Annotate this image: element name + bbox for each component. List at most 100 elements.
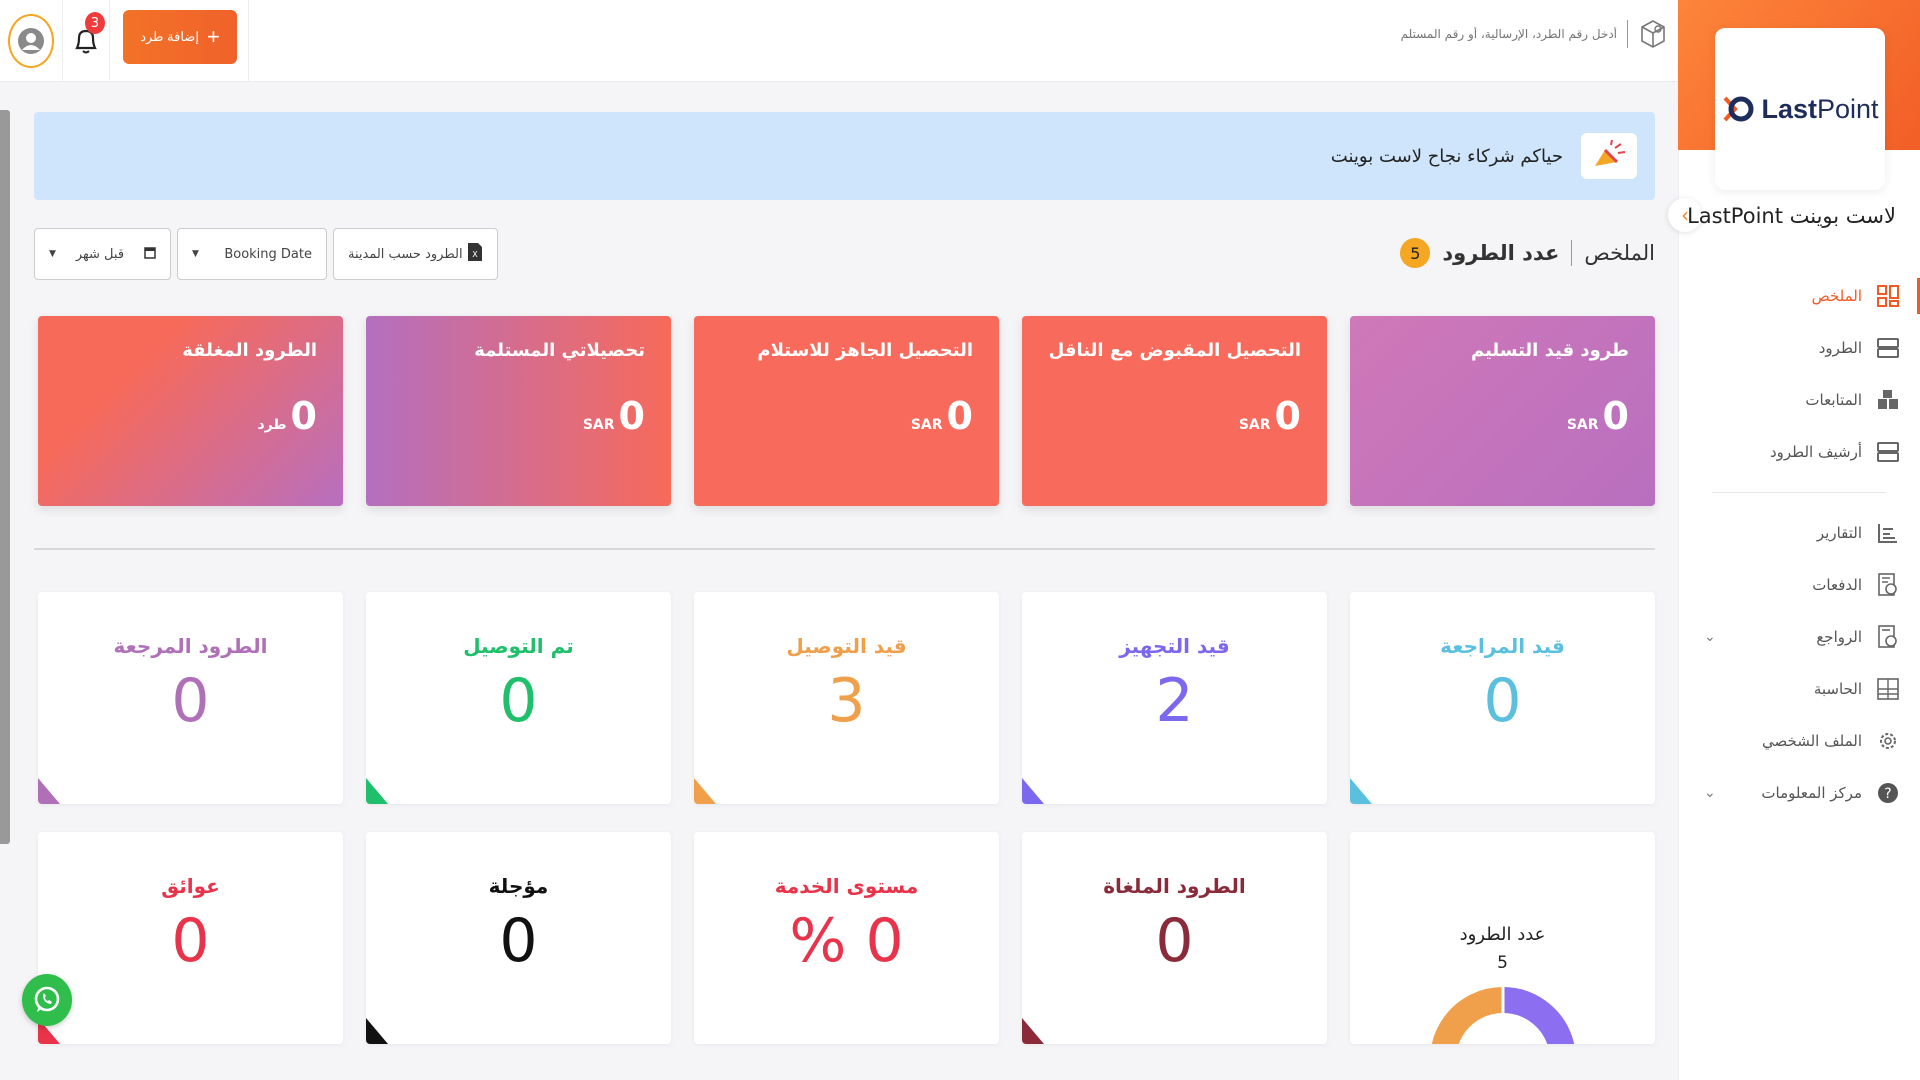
sidebar-item-profile[interactable]: الملف الشخصي	[1678, 715, 1920, 767]
status-cards: قيد المراجعة 0 قيد التجهيز 2 قيد التوصيل…	[34, 592, 1655, 1044]
corner-accent	[1022, 1018, 1044, 1044]
sidebar-item-label: الطرود	[1818, 339, 1862, 357]
donut-chart	[1431, 987, 1575, 1044]
parcel-search-icon	[1641, 20, 1665, 48]
card-value: 0 طرد	[257, 394, 317, 438]
chevron-down-icon[interactable]: ⌄	[1704, 785, 1716, 801]
card-title: تحصيلاتي المستلمة	[474, 340, 645, 361]
card-closed-parcels[interactable]: الطرود المغلقة 0 طرد	[38, 316, 343, 506]
parcel-count-badge: 5	[1400, 238, 1431, 268]
stat-title: الطرود المرجعة	[113, 634, 268, 658]
date-range-select[interactable]: ▼ قبل شهر	[34, 228, 171, 280]
stat-delivered[interactable]: تم التوصيل 0	[366, 592, 671, 804]
stat-in-preparation[interactable]: قيد التجهيز 2	[1022, 592, 1327, 804]
stat-title: عوائق	[161, 874, 220, 898]
summary-title: الملخص عدد الطرود 5	[1400, 238, 1655, 268]
stat-returned[interactable]: الطرود المرجعة 0	[38, 592, 343, 804]
calculator-icon	[1876, 677, 1900, 701]
summary-row: الملخص عدد الطرود 5 ▼ قبل شهر ▼ Booking …	[34, 224, 1655, 284]
sidebar-item-parcels[interactable]: الطرود	[1678, 322, 1920, 374]
sidebar-item-label: التقارير	[1816, 524, 1862, 542]
date-range-value: قبل شهر	[75, 246, 125, 262]
stat-service-level[interactable]: مستوى الخدمة 0 %	[694, 832, 999, 1044]
parcels-by-city-button[interactable]: X الطرود حسب المدينة	[333, 228, 498, 280]
sidebar-item-calculator[interactable]: الحاسبة	[1678, 663, 1920, 715]
caret-down-icon: ▼	[192, 249, 199, 259]
search-input[interactable]	[1397, 27, 1617, 41]
svg-text:X: X	[472, 250, 478, 259]
welcome-banner: حياكم شركاء نجاح لاست بوينت	[34, 112, 1655, 200]
donut-segment-0[interactable]	[1502, 987, 1575, 1044]
add-parcel-button[interactable]: + إضافة طرد	[123, 10, 237, 64]
chevron-down-icon[interactable]: ⌄	[1704, 629, 1716, 645]
dashboard-icon	[1876, 284, 1900, 308]
card-title: الطرود المغلقة	[182, 340, 317, 361]
collection-cards: طرود قيد التسليم 0 SAR التحصيل المقبوض مع…	[34, 316, 1655, 506]
stat-value: 0 %	[789, 906, 904, 976]
parcel-count-donut-card[interactable]: عدد الطرود 5	[1350, 832, 1655, 1044]
sidebar-item-reports[interactable]: التقارير	[1678, 507, 1920, 559]
returns-icon	[1876, 625, 1900, 649]
parcels-icon	[1876, 336, 1900, 360]
sidebar-item-payments[interactable]: الدفعات	[1678, 559, 1920, 611]
payments-icon	[1876, 573, 1900, 597]
stat-value: 0	[1155, 906, 1194, 976]
sidebar-item-label: الحاسبة	[1813, 680, 1862, 698]
notifications-button[interactable]: 3	[62, 0, 110, 82]
sidebar-item-returns[interactable]: الرواجع ⌄	[1678, 611, 1920, 663]
stat-value: 0	[499, 666, 538, 736]
sidebar-item-label: الرواجع	[1816, 628, 1862, 646]
corner-accent	[366, 1018, 388, 1044]
reports-icon	[1876, 521, 1900, 545]
stat-title: مستوى الخدمة	[774, 874, 919, 898]
stat-under-review[interactable]: قيد المراجعة 0	[1350, 592, 1655, 804]
whatsapp-button[interactable]	[22, 974, 72, 1026]
stat-value: 0	[171, 666, 210, 736]
sidebar-item-followups[interactable]: المتابعات	[1678, 374, 1920, 426]
archive-icon	[1876, 440, 1900, 464]
corner-accent	[366, 778, 388, 804]
brand-row: لاست بوينت LastPoint	[1687, 204, 1896, 228]
card-collected-with-carrier[interactable]: التحصيل المقبوض مع الناقل 0 SAR	[1022, 316, 1327, 506]
stat-title: مؤجلة	[488, 874, 549, 898]
sidebar-item-label: مركز المعلومات	[1761, 784, 1862, 802]
logo[interactable]: LastPoint	[1715, 28, 1885, 190]
header-divider	[248, 0, 249, 82]
stat-title: قيد التجهيز	[1119, 634, 1230, 658]
card-value: 0 SAR	[582, 394, 645, 438]
stat-title: قيد التوصيل	[786, 634, 907, 658]
banner-text: حياكم شركاء نجاح لاست بوينت	[1330, 145, 1563, 167]
brand-name: لاست بوينت LastPoint	[1687, 204, 1896, 228]
whatsapp-icon	[34, 986, 60, 1012]
caret-down-icon: ▼	[49, 249, 56, 259]
card-received-collections[interactable]: تحصيلاتي المستلمة 0 SAR	[366, 316, 671, 506]
corner-accent	[1350, 778, 1372, 804]
stat-out-for-delivery[interactable]: قيد التوصيل 3	[694, 592, 999, 804]
corner-accent	[1022, 778, 1044, 804]
stat-cancelled[interactable]: الطرود الملغاة 0	[1022, 832, 1327, 1044]
avatar[interactable]	[8, 14, 54, 68]
date-type-select[interactable]: ▼ Booking Date	[177, 228, 327, 280]
search-separator	[1627, 20, 1628, 48]
filters: ▼ قبل شهر ▼ Booking Date X الطرود حسب ال…	[34, 228, 498, 280]
megaphone-icon	[1581, 133, 1637, 179]
card-ready-collection[interactable]: التحصيل الجاهز للاستلام 0 SAR	[694, 316, 999, 506]
notifications-badge: 3	[85, 12, 105, 34]
followups-icon	[1876, 388, 1900, 412]
card-title: طرود قيد التسليم	[1470, 340, 1629, 361]
stat-obstacles[interactable]: عوائق 0	[38, 832, 343, 1044]
sidebar-item-summary[interactable]: الملخص	[1678, 270, 1920, 322]
date-type-value: Booking Date	[224, 246, 312, 262]
excel-icon: X	[467, 242, 483, 266]
search-area	[1397, 18, 1668, 50]
stat-postponed[interactable]: مؤجلة 0	[366, 832, 671, 1044]
logo-mark-icon	[1723, 96, 1754, 122]
sidebar-item-label: المتابعات	[1805, 391, 1862, 409]
scrollbar[interactable]	[0, 110, 10, 844]
sidebar-item-info-center[interactable]: ? مركز المعلومات ⌄	[1678, 767, 1920, 819]
top-header: 3 + إضافة طرد	[0, 0, 1678, 82]
sidebar-item-archive[interactable]: أرشيف الطرود	[1678, 426, 1920, 478]
donut-total: 5	[1497, 953, 1508, 973]
sidebar-item-label: الدفعات	[1812, 576, 1862, 594]
card-in-delivery[interactable]: طرود قيد التسليم 0 SAR	[1350, 316, 1655, 506]
